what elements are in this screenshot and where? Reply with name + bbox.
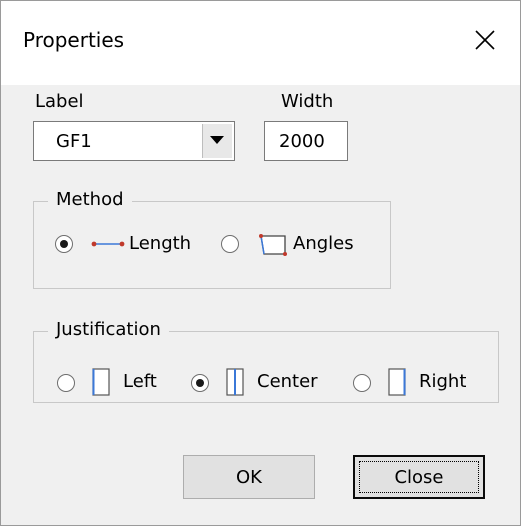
label-dropdown-value: GF1 — [56, 131, 92, 152]
justify-center-icon — [226, 368, 244, 396]
justify-left-label: Left — [123, 371, 157, 392]
justify-right-icon — [388, 368, 406, 396]
method-group-title: Method — [48, 189, 132, 210]
justify-left-radio[interactable] — [57, 374, 75, 392]
justify-right-label: Right — [419, 371, 467, 392]
method-angles-label: Angles — [293, 233, 354, 254]
justify-left-icon — [92, 368, 110, 396]
title-bar: Properties — [1, 1, 520, 85]
dialog-title: Properties — [23, 28, 125, 52]
label-caption: Label — [35, 91, 84, 112]
justify-right-radio[interactable] — [353, 374, 371, 392]
close-button-label: Close — [394, 466, 444, 488]
method-angles-radio[interactable] — [221, 235, 239, 253]
chevron-down-icon — [210, 136, 224, 144]
method-length-label: Length — [129, 233, 192, 254]
method-length-radio[interactable] — [55, 235, 73, 253]
label-dropdown[interactable]: GF1 — [33, 121, 235, 161]
width-input[interactable] — [264, 121, 348, 161]
justification-group-title: Justification — [48, 319, 169, 340]
length-icon — [91, 241, 125, 247]
ok-button[interactable]: OK — [183, 455, 315, 499]
properties-dialog: Properties Label GF1 Width Method Length… — [0, 0, 521, 526]
ok-button-label: OK — [236, 466, 262, 488]
angles-icon — [259, 234, 287, 256]
width-caption: Width — [281, 91, 334, 112]
dropdown-arrow-button[interactable] — [202, 124, 232, 158]
close-button[interactable]: Close — [353, 455, 485, 499]
justify-center-label: Center — [257, 371, 318, 392]
close-icon[interactable] — [468, 23, 502, 57]
justify-center-radio[interactable] — [191, 374, 209, 392]
